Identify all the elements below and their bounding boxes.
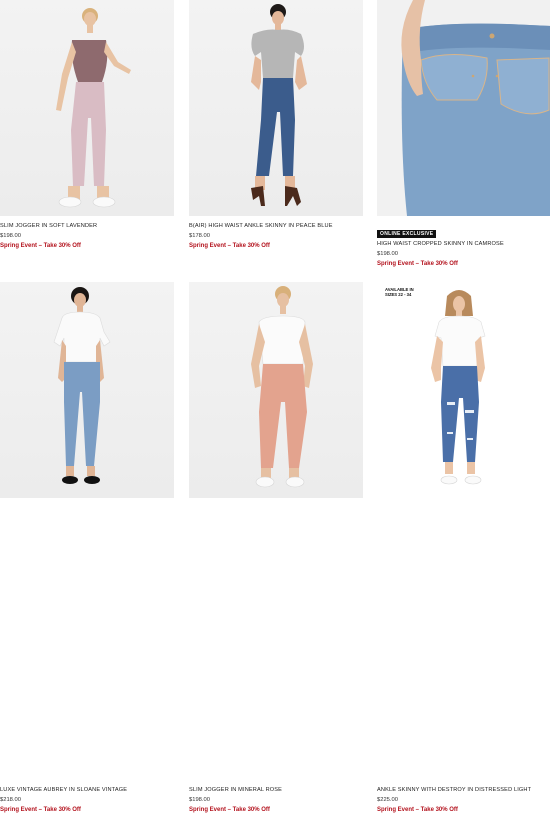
online-exclusive-badge: ONLINE EXCLUSIVE (377, 230, 437, 238)
product-name[interactable]: HIGH WAIST CROPPED SKINNY IN CAMROSE (377, 240, 550, 248)
product-info: SLIM JOGGER IN MINERAL ROSE $198.00 Spri… (189, 786, 363, 814)
product-image[interactable] (189, 0, 363, 216)
product-info: ANKLE SKINNY WITH DESTROY IN DISTRESSED … (377, 786, 550, 814)
promo-text: Spring Event – Take 30% Off (0, 807, 81, 813)
product-info: ONLINE EXCLUSIVE HIGH WAIST CROPPED SKIN… (377, 222, 550, 268)
product-price: $198.00 (377, 251, 398, 257)
promo-text: Spring Event – Take 30% Off (377, 807, 458, 813)
product-image[interactable]: AVAILABLE IN SIZES 22 - 34 (377, 282, 550, 498)
promo-text: Spring Event – Take 30% Off (189, 243, 270, 249)
product-name[interactable]: B(AIR) HIGH WAIST ANKLE SKINNY IN PEACE … (189, 222, 363, 230)
product-info: SLIM JOGGER IN SOFT LAVENDER $198.00 Spr… (0, 222, 174, 250)
product-image[interactable] (189, 282, 363, 498)
product-image[interactable] (0, 0, 174, 216)
promo-text: Spring Event – Take 30% Off (377, 261, 458, 267)
product-name[interactable]: SLIM JOGGER IN MINERAL ROSE (189, 786, 363, 794)
product-price: $178.00 (189, 233, 210, 239)
product-image[interactable] (0, 282, 174, 498)
product-price: $218.00 (0, 797, 21, 803)
product-grid: SLIM JOGGER IN SOFT LAVENDER $198.00 Spr… (0, 0, 550, 813)
product-image[interactable] (377, 0, 550, 216)
product-info: B(AIR) HIGH WAIST ANKLE SKINNY IN PEACE … (189, 222, 363, 250)
promo-text: Spring Event – Take 30% Off (189, 807, 270, 813)
product-price: $225.00 (377, 797, 398, 803)
product-name[interactable]: LUXE VINTAGE AUBREY IN SLOANE VINTAGE (0, 786, 174, 794)
product-price: $198.00 (189, 797, 210, 803)
promo-text: Spring Event – Take 30% Off (0, 243, 81, 249)
product-name[interactable]: SLIM JOGGER IN SOFT LAVENDER (0, 222, 174, 230)
product-info: LUXE VINTAGE AUBREY IN SLOANE VINTAGE $2… (0, 786, 174, 814)
product-price: $198.00 (0, 233, 21, 239)
sizes-available-tag: AVAILABLE IN SIZES 22 - 34 (385, 287, 414, 297)
product-name[interactable]: ANKLE SKINNY WITH DESTROY IN DISTRESSED … (377, 786, 550, 794)
